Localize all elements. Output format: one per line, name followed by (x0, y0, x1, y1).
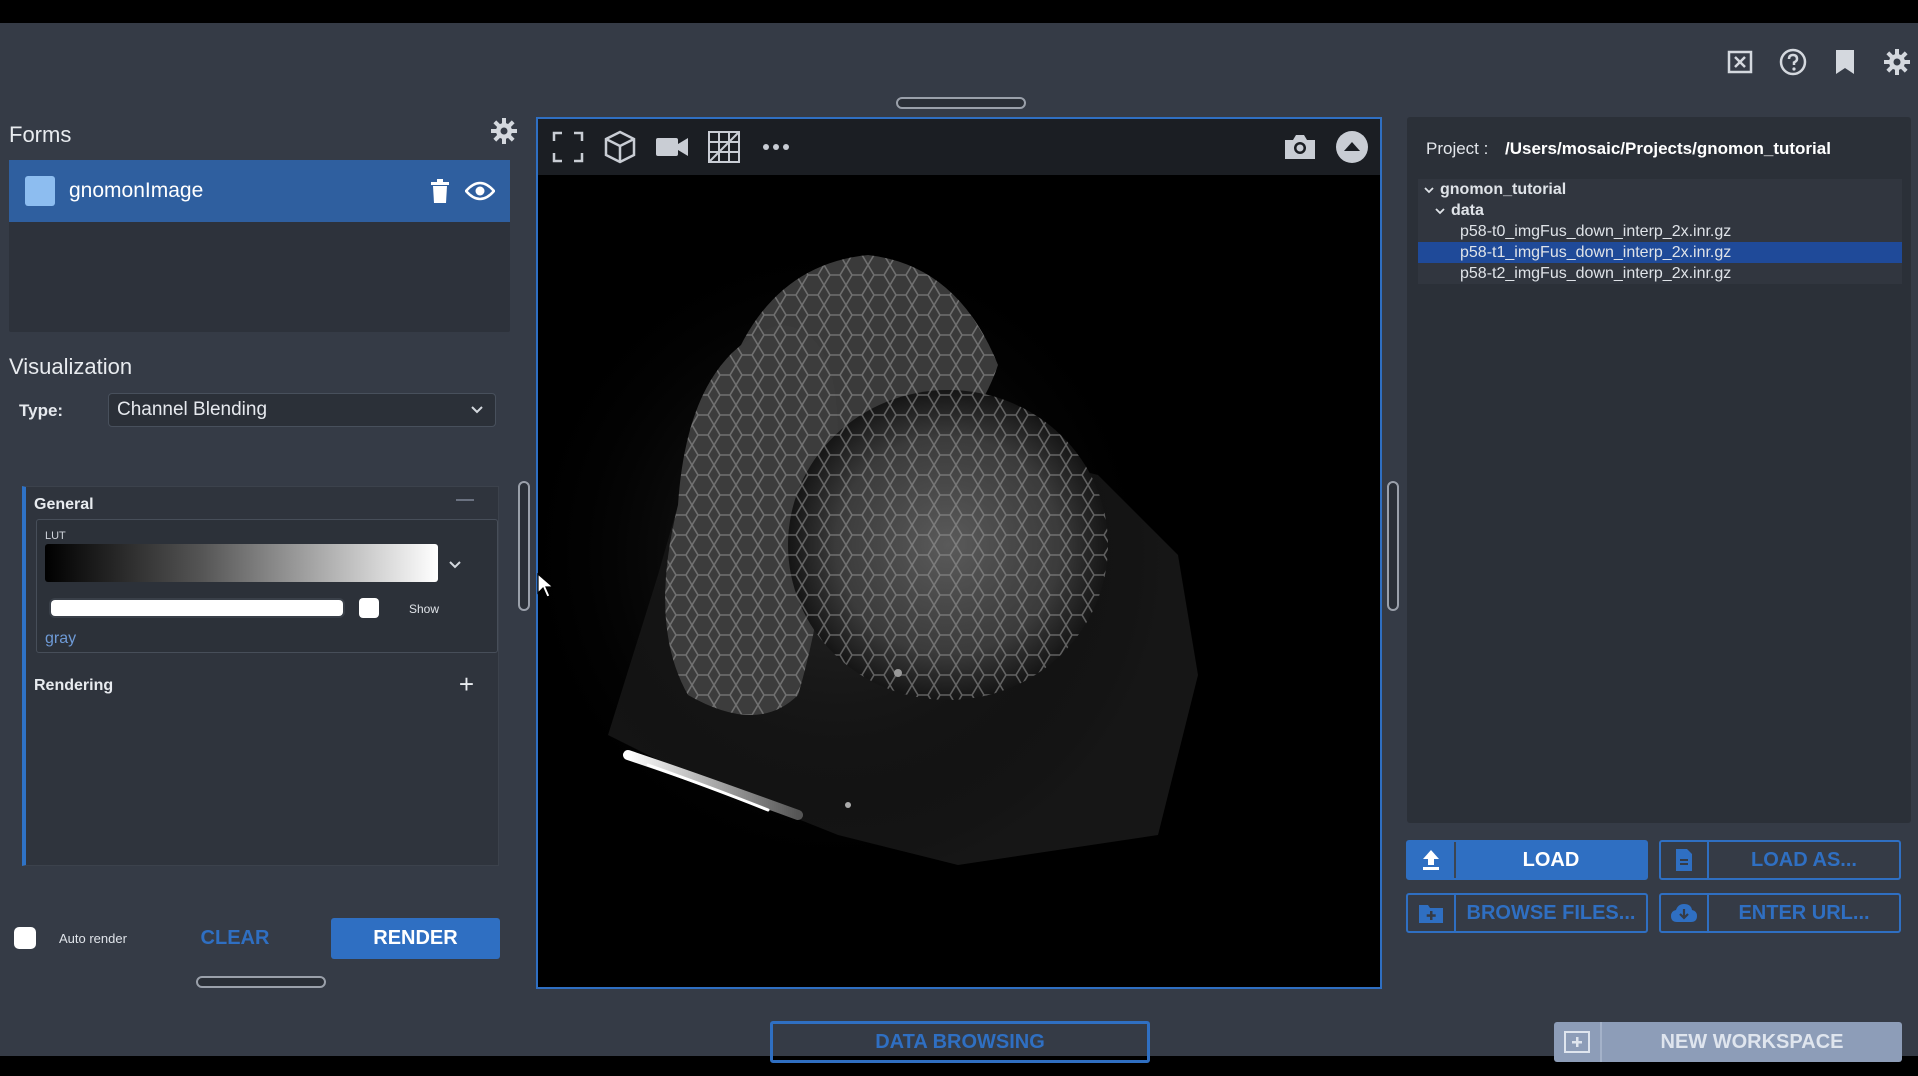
auto-render-checkbox[interactable] (14, 927, 36, 949)
type-select[interactable]: Channel Blending (108, 393, 496, 427)
forms-settings-icon[interactable] (490, 117, 518, 145)
tree-node-folder[interactable]: data (1418, 200, 1902, 221)
new-workspace-button[interactable]: NEW WORKSPACE (1554, 1022, 1902, 1062)
collapse-toolbar-icon[interactable] (1334, 129, 1370, 165)
form-color-swatch[interactable] (25, 176, 55, 206)
tree-node-file[interactable]: p58-t0_imgFus_down_interp_2x.inr.gz (1418, 221, 1902, 242)
lut-chevron-down-icon[interactable] (447, 556, 463, 572)
new-workspace-icon (1554, 1022, 1602, 1062)
viewer-toolbar-left (550, 129, 794, 165)
browse-files-button[interactable]: BROWSE FILES... (1406, 893, 1648, 933)
tree-node-file-selected[interactable]: p58-t1_imgFus_down_interp_2x.inr.gz (1418, 242, 1902, 263)
lut-name: gray (45, 630, 77, 647)
browse-files-button-label: BROWSE FILES... (1466, 901, 1636, 924)
chevron-down-icon[interactable] (1435, 206, 1445, 216)
project-label: Project : (1426, 139, 1489, 158)
expand-rendering-button[interactable]: + (459, 671, 474, 697)
file-tree: gnomon_tutorial data p58-t0_imgFus_down_… (1418, 179, 1902, 284)
collapse-general-button[interactable] (456, 499, 474, 501)
enter-url-button-label: ENTER URL... (1738, 901, 1870, 924)
show-checkbox[interactable] (359, 598, 379, 618)
render-button[interactable]: RENDER (331, 918, 500, 959)
show-label: Show (409, 602, 440, 616)
right-splitter-handle[interactable] (1387, 481, 1399, 611)
left-splitter-handle[interactable] (518, 481, 530, 611)
fullscreen-icon[interactable] (550, 129, 586, 165)
file-icon (1661, 842, 1709, 878)
top-resize-handle[interactable] (896, 97, 1026, 109)
left-bottom-resize-handle[interactable] (196, 976, 326, 988)
lut-gradient[interactable] (45, 544, 438, 582)
load-button-label: LOAD (1522, 848, 1580, 871)
project-panel: Project : /Users/mosaic/Projects/gnomon_… (1407, 117, 1911, 823)
chevron-down-icon (469, 401, 485, 417)
lut-box: LUT Show gray (36, 519, 498, 653)
load-button[interactable]: LOAD (1406, 840, 1648, 880)
load-as-button-label: LOAD AS... (1751, 848, 1857, 871)
general-title: General (34, 496, 94, 513)
clear-button[interactable]: CLEAR (180, 919, 290, 957)
camera-video-icon[interactable] (654, 129, 690, 165)
bookmark-icon[interactable] (1830, 47, 1860, 77)
mouse-cursor-icon (537, 573, 555, 599)
trash-icon[interactable] (424, 175, 456, 207)
visualization-title: Visualization (9, 354, 133, 379)
app-window: Forms gnomonImage Visualization Type: Ch… (0, 23, 1918, 1063)
forms-title: Forms (9, 122, 72, 147)
new-workspace-label: NEW WORKSPACE (1660, 1030, 1844, 1053)
cube-icon[interactable] (602, 129, 638, 165)
screenshot-icon[interactable] (1282, 129, 1318, 165)
grid-icon[interactable] (706, 129, 742, 165)
more-icon[interactable] (758, 129, 794, 165)
close-window-icon[interactable] (1726, 47, 1756, 77)
volume-render-image (538, 175, 1380, 987)
cloud-download-icon (1661, 895, 1709, 931)
visualization-panel: General LUT Show gray Rendering + (22, 486, 499, 866)
load-as-button[interactable]: LOAD AS... (1659, 840, 1901, 880)
enter-url-button[interactable]: ENTER URL... (1659, 893, 1901, 933)
tree-node-label: p58-t2_imgFus_down_interp_2x.inr.gz (1460, 264, 1732, 282)
type-select-value: Channel Blending (117, 399, 268, 420)
settings-icon[interactable] (1882, 47, 1912, 77)
left-panel: Forms gnomonImage Visualization Type: Ch… (0, 105, 518, 988)
rendering-title: Rendering (34, 677, 114, 694)
tree-node-label: data (1451, 201, 1484, 219)
tree-node-label: gnomon_tutorial (1440, 180, 1567, 198)
top-bar (0, 23, 1918, 109)
forms-list: gnomonImage (9, 160, 510, 332)
form-item[interactable]: gnomonImage (9, 160, 510, 222)
project-path: /Users/mosaic/Projects/gnomon_tutorial (1505, 139, 1831, 158)
auto-render-label: Auto render (59, 931, 127, 946)
type-label: Type: (19, 401, 64, 420)
folder-add-icon (1408, 895, 1456, 931)
form-item-name: gnomonImage (69, 179, 204, 202)
viewer-toolbar-right (1282, 129, 1370, 165)
image-viewer[interactable] (536, 117, 1382, 989)
visibility-eye-icon[interactable] (464, 175, 496, 207)
range-slider[interactable] (51, 600, 343, 616)
viewer-toolbar (538, 119, 1380, 175)
tree-node-label: p58-t0_imgFus_down_interp_2x.inr.gz (1460, 222, 1732, 240)
data-browsing-button[interactable]: DATA BROWSING (770, 1021, 1150, 1063)
tree-node-file[interactable]: p58-t2_imgFus_down_interp_2x.inr.gz (1418, 263, 1902, 284)
help-icon[interactable] (1778, 47, 1808, 77)
lut-label: LUT (45, 530, 66, 542)
upload-icon (1408, 842, 1456, 878)
tree-node-project[interactable]: gnomon_tutorial (1418, 179, 1902, 200)
chevron-down-icon[interactable] (1424, 185, 1434, 195)
top-icons (1726, 47, 1912, 77)
tree-node-label: p58-t1_imgFus_down_interp_2x.inr.gz (1460, 243, 1732, 261)
